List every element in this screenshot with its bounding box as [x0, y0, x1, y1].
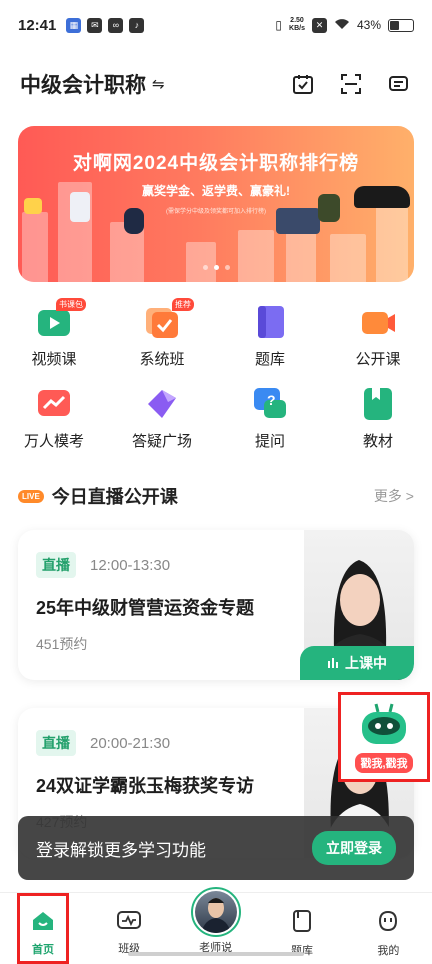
banner-bar: [238, 230, 274, 282]
nav-home[interactable]: 首页: [17, 893, 69, 964]
status-bar: 12:41 ▦ ✉ ∞ ♪ ▯ 2.50 KB/s ✕ 43%: [0, 0, 432, 50]
grid-label: 教材: [362, 433, 393, 450]
card-title: 24双证学霸张玉梅获奖专访: [36, 776, 255, 796]
robot-assistant-button[interactable]: 戳我,戳我: [338, 692, 430, 782]
header-actions: [290, 71, 412, 97]
grid-item[interactable]: 答疑广场: [108, 386, 216, 454]
in-class-label: 上课中: [345, 655, 387, 671]
switch-subject-icon[interactable]: ⇋: [152, 75, 165, 93]
grid-label: 公开课: [355, 351, 401, 368]
grid-label: 万人模考: [23, 433, 84, 450]
message-icon[interactable]: [386, 71, 412, 97]
grid-tag: 推荐: [172, 298, 194, 311]
question-bank-icon: [252, 304, 288, 340]
banner-dot: [224, 265, 230, 270]
watch-prize-icon: [124, 208, 144, 234]
live-section-header: LIVE 今日直播公开课 更多 >: [18, 482, 414, 510]
mock-exam-icon: [36, 386, 72, 422]
robot-label: 戳我,戳我: [355, 752, 413, 773]
vibrate-icon: ▯: [275, 18, 283, 32]
gift-prize-icon: [24, 198, 42, 214]
card-time: 12:00-13:30: [90, 556, 171, 574]
banner-bar: [22, 212, 48, 282]
status-right: ▯ 2.50 KB/s ✕ 43%: [275, 17, 414, 33]
profile-icon: [376, 909, 400, 938]
grid-item[interactable]: 公开课: [324, 304, 432, 372]
card-time-row: 直播 12:00-13:30: [36, 552, 170, 578]
live-tag: 直播: [36, 730, 76, 756]
grid-item[interactable]: ? 提问: [216, 386, 324, 454]
robot-icon: [356, 702, 412, 751]
grid-tag: 书课包: [56, 298, 86, 311]
banner-dot: [213, 265, 219, 270]
nav-profile[interactable]: 我的: [345, 893, 431, 964]
status-time: 12:41: [18, 16, 57, 34]
header: 中级会计职称 ⇋: [0, 62, 432, 106]
public-class-icon: [360, 304, 396, 340]
textbook-icon: [360, 386, 396, 422]
sim-off-icon: ✕: [311, 17, 327, 33]
banner-bar: [330, 234, 366, 282]
grid-item[interactable]: 题库: [216, 304, 324, 372]
grid-label: 答疑广场: [131, 433, 192, 450]
tiktok-notification-icon: ♪: [129, 17, 145, 33]
scan-icon[interactable]: [338, 71, 364, 97]
grid-item[interactable]: 教材: [324, 386, 432, 454]
checkin-icon[interactable]: [290, 71, 316, 97]
card-time: 20:00-21:30: [90, 734, 171, 752]
grid-label: 视频课: [31, 351, 77, 368]
battery-percent: 43%: [356, 18, 381, 32]
net-speed: 2.50 KB/s: [289, 17, 305, 32]
nav-label: 首页: [32, 944, 54, 956]
grid-item[interactable]: 推荐系统班: [108, 298, 216, 372]
section-title: 今日直播公开课: [51, 487, 178, 507]
app-notification-icon: ▦: [66, 17, 82, 33]
card-title: 25年中级财管营运资金专题: [36, 598, 255, 618]
banner-pager: [18, 265, 414, 270]
battery-icon: [388, 18, 414, 32]
grid-item[interactable]: 万人模考: [0, 386, 108, 454]
video-icon: 书课包: [36, 298, 86, 340]
backpack-prize-icon: [318, 194, 340, 222]
grid-label: 题库: [254, 351, 285, 368]
question-bank-icon: [291, 909, 313, 938]
login-toast: 登录解锁更多学习功能 立即登录: [18, 816, 414, 880]
home-indicator: [128, 952, 304, 956]
wifi-icon: [334, 18, 350, 33]
system-class-icon: 推荐: [144, 298, 194, 340]
grid-item[interactable]: 书课包视频课: [0, 298, 108, 372]
promo-banner[interactable]: 对啊网2024中级会计职称排行榜 赢奖学金、返学费、赢豪礼! (需保学分中级及领…: [18, 126, 414, 282]
notification-icons: ▦ ✉ ∞ ♪: [66, 17, 145, 33]
home-icon: [31, 910, 55, 937]
banner-dot: [202, 265, 208, 270]
class-icon: [116, 909, 142, 936]
grid-label: 系统班: [139, 351, 185, 368]
banner-title: 对啊网2024中级会计职称排行榜: [72, 153, 360, 174]
grid-label: 提问: [254, 433, 285, 450]
car-prize-icon: [354, 186, 410, 208]
live-course-card[interactable]: 直播 12:00-13:30 25年中级财管营运资金专题 451预约 上课中: [18, 530, 414, 680]
in-class-button[interactable]: 上课中: [300, 646, 414, 680]
books-prize-icon: [276, 208, 320, 234]
page-title[interactable]: 中级会计职称: [20, 69, 146, 99]
login-prompt-text: 登录解锁更多学习功能: [36, 840, 206, 860]
live-bars-icon: [327, 655, 339, 671]
live-tag: 直播: [36, 552, 76, 578]
ask-question-icon: ?: [252, 386, 288, 422]
qa-square-icon: [144, 386, 180, 422]
nav-label: 我的: [377, 945, 400, 957]
svg-text:?: ?: [267, 392, 276, 408]
feature-grid: 书课包 视频课 推荐 系统班 题库 公开课 万人模考 答疑广场? 提问 教材: [0, 298, 432, 454]
phone-prize-icon: [70, 192, 90, 222]
live-badge: LIVE: [18, 489, 44, 503]
banner-bar: [376, 204, 408, 282]
link-notification-icon: ∞: [108, 17, 124, 33]
mail-notification-icon: ✉: [87, 17, 103, 33]
card-reservations: 451预约: [36, 636, 88, 652]
card-time-row: 直播 20:00-21:30: [36, 730, 170, 756]
teacher-avatar: [190, 887, 241, 937]
login-button[interactable]: 立即登录: [312, 831, 396, 865]
more-link[interactable]: 更多 >: [374, 486, 414, 506]
banner-bar: [186, 242, 216, 282]
